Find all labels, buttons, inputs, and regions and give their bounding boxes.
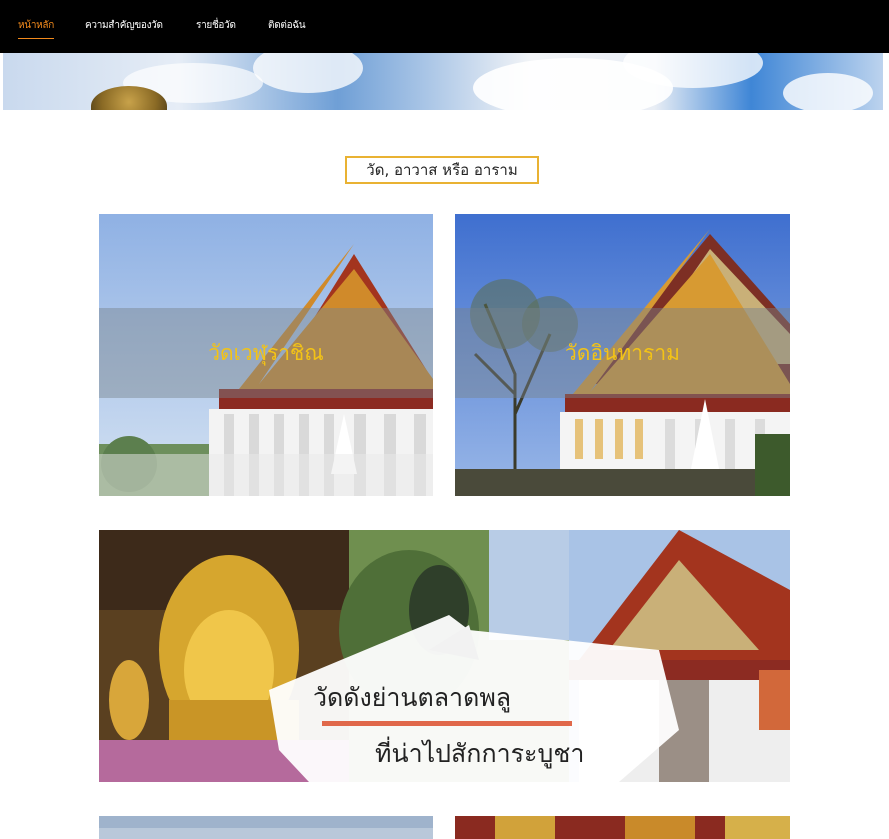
temple-card-3[interactable]: [99, 816, 433, 839]
featured-banner[interactable]: วัดดังย่านตลาดพลู ที่น่าไปสักการะบูชา: [99, 530, 790, 782]
nav-importance[interactable]: ความสำคัญของวัด: [85, 18, 163, 33]
section-title: วัด, อาวาส หรือ อาราม: [345, 156, 539, 184]
temple-card-2[interactable]: วัดอินทาราม: [455, 214, 790, 496]
banner-subheadline: ที่น่าไปสักการะบูชา: [375, 739, 585, 768]
hero-image: [3, 53, 883, 110]
temple-card-1[interactable]: วัดเวฬุราชิณ: [99, 214, 433, 496]
nav-active-indicator: [18, 38, 54, 39]
banner-divider: [322, 721, 572, 726]
nav-temple-list[interactable]: รายชื่อวัด: [196, 18, 236, 33]
card-title: วัดเวฬุราชิณ: [208, 341, 324, 365]
banner-headline: วัดดังย่านตลาดพลู: [313, 683, 512, 712]
card-title: วัดอินทาราม: [565, 341, 680, 365]
top-navbar: หน้าหลัก ความสำคัญของวัด รายชื่อวัด ติดต…: [0, 0, 889, 53]
temple-photo-4: [455, 816, 790, 839]
nav-contact[interactable]: ติดต่อฉัน: [268, 18, 306, 33]
temple-card-4[interactable]: [455, 816, 790, 839]
nav-home[interactable]: หน้าหลัก: [18, 18, 54, 33]
temple-photo-3: [99, 816, 433, 839]
